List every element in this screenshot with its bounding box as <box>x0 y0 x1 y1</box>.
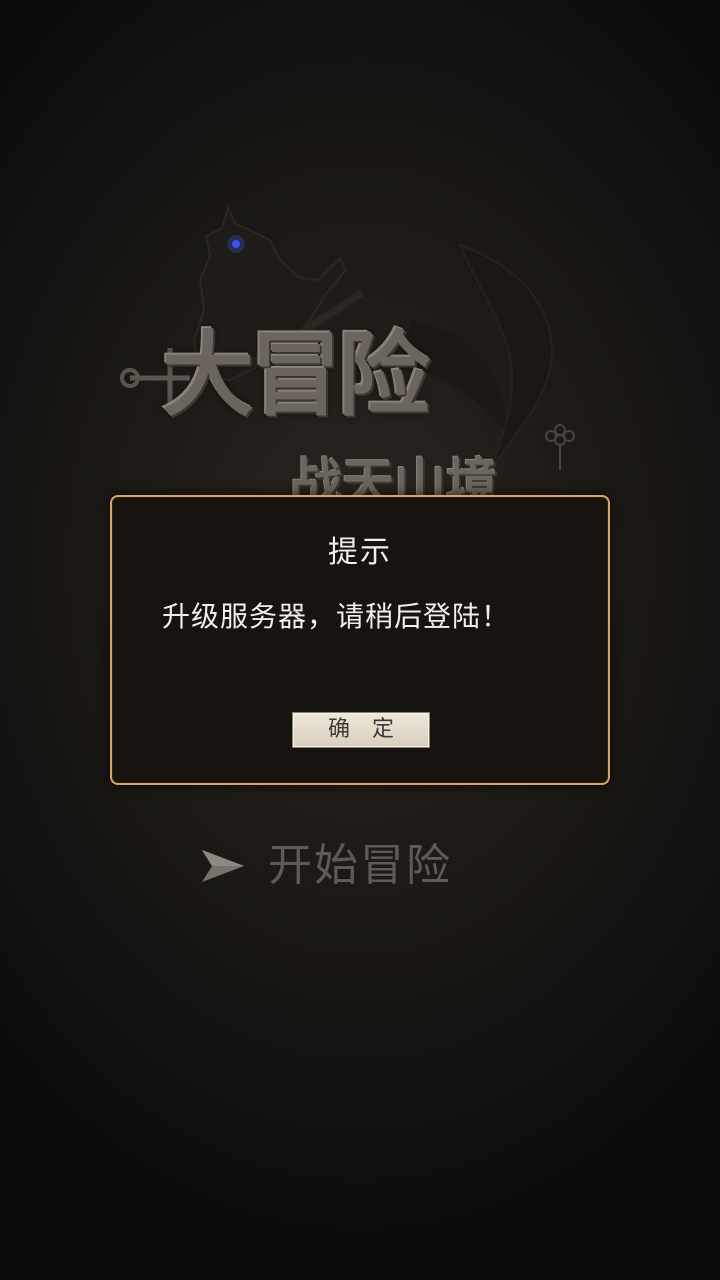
confirm-button[interactable]: 确定 <box>292 712 430 748</box>
game-screen: 大冒险 战天山境 提示 升级服务器，请稍后登陆！ 确定 开始冒险 <box>0 0 720 1280</box>
start-adventure-button[interactable]: 开始冒险 <box>198 836 518 900</box>
start-adventure-label: 开始冒险 <box>268 840 452 891</box>
dialog-title: 提示 <box>328 535 392 570</box>
logo-main-text: 大冒险 <box>162 322 430 429</box>
game-logo: 大冒险 战天山境 <box>110 200 610 510</box>
notice-dialog: 提示 升级服务器，请稍后登陆！ 确定 <box>110 495 610 785</box>
flower-ornament <box>545 424 575 470</box>
arrow-icon <box>202 850 244 882</box>
dialog-message: 升级服务器，请稍后登陆！ <box>162 600 511 633</box>
